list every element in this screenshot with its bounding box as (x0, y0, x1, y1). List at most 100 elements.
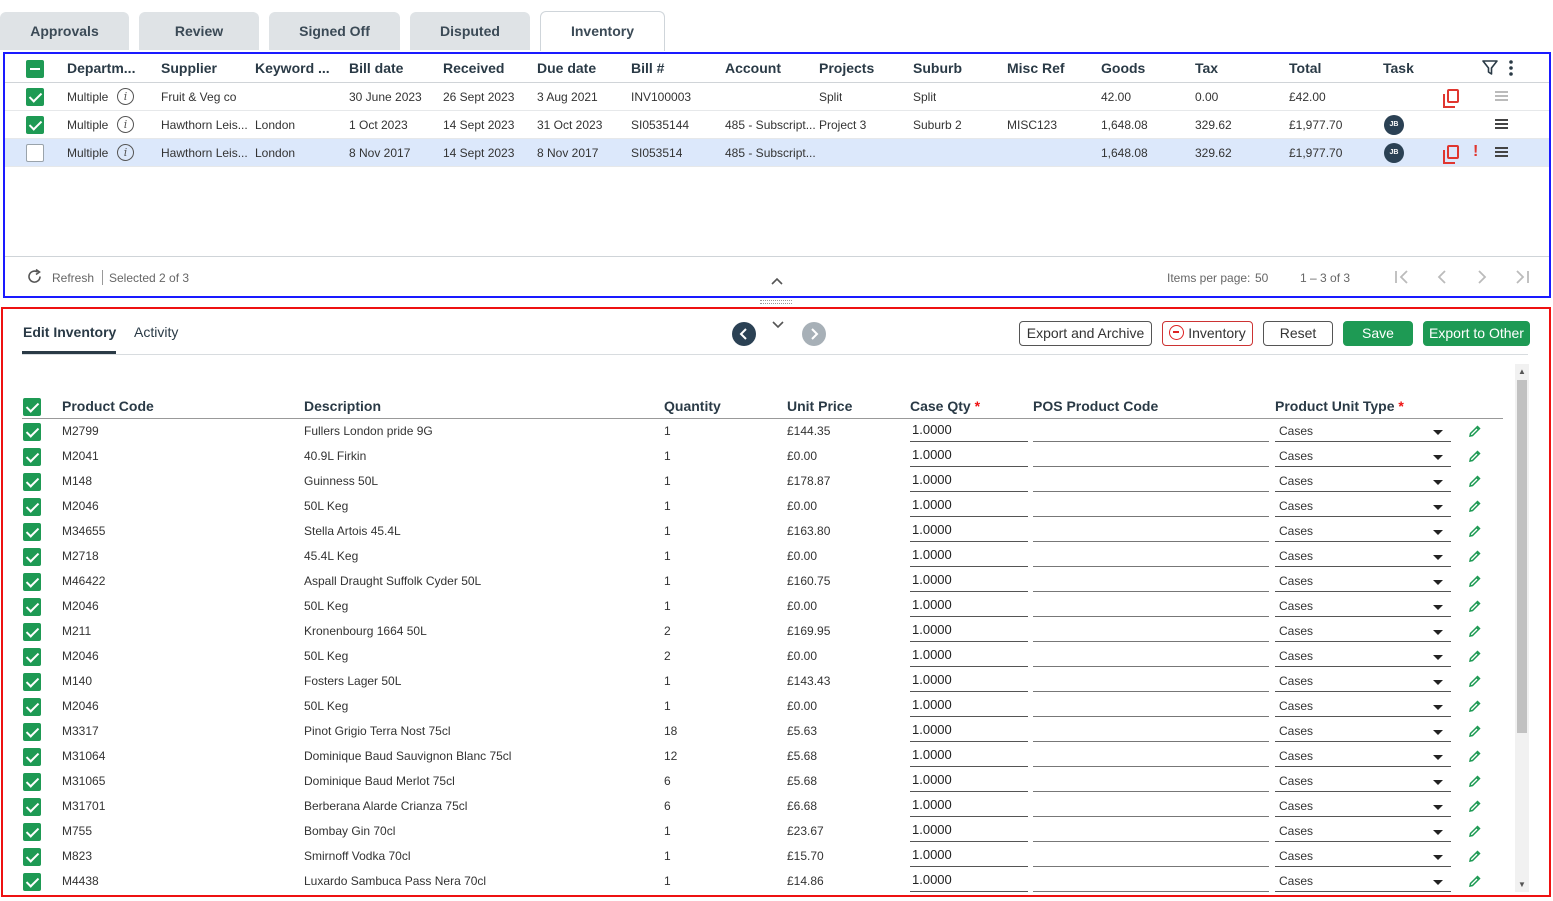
info-icon[interactable]: i (117, 88, 134, 105)
bill-row[interactable]: Multiple Hawthorn Leis... London 1 Oct 2023… (5, 111, 1549, 139)
case-qty-input[interactable]: 1.0000 (910, 720, 1028, 742)
unit-type-select[interactable]: Cases (1275, 645, 1451, 667)
product-checkbox[interactable] (23, 848, 41, 866)
product-checkbox[interactable] (23, 473, 41, 491)
panel-resize-handle[interactable] (760, 300, 792, 304)
col-projects[interactable]: Projects (819, 60, 874, 76)
product-checkbox[interactable] (23, 498, 41, 516)
tab-signed-off[interactable]: Signed Off (269, 12, 400, 50)
case-qty-input[interactable]: 1.0000 (910, 595, 1028, 617)
case-qty-input[interactable]: 1.0000 (910, 770, 1028, 792)
edit-pencil-icon[interactable] (1468, 799, 1482, 813)
scroll-up-icon[interactable]: ▲ (1518, 367, 1526, 376)
edit-pencil-icon[interactable] (1468, 724, 1482, 738)
unit-type-select[interactable]: Cases (1275, 845, 1451, 867)
col-due-date[interactable]: Due date (537, 60, 596, 76)
row-checkbox[interactable] (26, 88, 44, 106)
pos-product-code-input[interactable] (1033, 670, 1269, 692)
col-total[interactable]: Total (1289, 60, 1321, 76)
col-bill-number[interactable]: Bill # (631, 60, 664, 76)
product-checkbox[interactable] (23, 698, 41, 716)
product-checkbox[interactable] (23, 423, 41, 441)
edit-pencil-icon[interactable] (1468, 849, 1482, 863)
first-page-icon[interactable] (1394, 270, 1410, 284)
case-qty-input[interactable]: 1.0000 (910, 845, 1028, 867)
pos-product-code-input[interactable] (1033, 795, 1269, 817)
edit-pencil-icon[interactable] (1468, 449, 1482, 463)
unit-type-select[interactable]: Cases (1275, 870, 1451, 892)
case-qty-input[interactable]: 1.0000 (910, 520, 1028, 542)
product-checkbox[interactable] (23, 598, 41, 616)
pos-product-code-input[interactable] (1033, 645, 1269, 667)
unit-type-select[interactable]: Cases (1275, 820, 1451, 842)
unit-type-select[interactable]: Cases (1275, 545, 1451, 567)
product-checkbox[interactable] (23, 723, 41, 741)
row-checkbox[interactable] (26, 144, 44, 162)
task-avatar[interactable]: JB (1384, 143, 1404, 163)
refresh-button[interactable]: Refresh (52, 271, 94, 285)
chevron-up-icon[interactable] (771, 277, 783, 285)
product-checkbox[interactable] (23, 548, 41, 566)
scroll-thumb[interactable] (1517, 380, 1527, 733)
pos-product-code-input[interactable] (1033, 845, 1269, 867)
case-qty-input[interactable]: 1.0000 (910, 620, 1028, 642)
unit-type-select[interactable]: Cases (1275, 695, 1451, 717)
row-checkbox[interactable] (26, 116, 44, 134)
product-checkbox[interactable] (23, 623, 41, 641)
product-checkbox[interactable] (23, 773, 41, 791)
duplicate-icon[interactable] (1443, 89, 1459, 108)
subtab-activity[interactable]: Activity (134, 324, 178, 340)
edit-pencil-icon[interactable] (1468, 499, 1482, 513)
inventory-remove-button[interactable]: Inventory (1162, 321, 1253, 346)
case-qty-input[interactable]: 1.0000 (910, 420, 1028, 442)
tab-disputed[interactable]: Disputed (410, 12, 530, 50)
unit-type-select[interactable]: Cases (1275, 520, 1451, 542)
edit-pencil-icon[interactable] (1468, 599, 1482, 613)
inventory-scrollbar[interactable]: ▲ ▼ (1515, 364, 1529, 892)
product-checkbox[interactable] (23, 798, 41, 816)
unit-type-select[interactable]: Cases (1275, 795, 1451, 817)
unit-type-select[interactable]: Cases (1275, 445, 1451, 467)
product-checkbox[interactable] (23, 873, 41, 891)
notes-icon[interactable] (1495, 147, 1508, 157)
col-bill-date[interactable]: Bill date (349, 60, 403, 76)
edit-pencil-icon[interactable] (1468, 574, 1482, 588)
unit-type-select[interactable]: Cases (1275, 570, 1451, 592)
pos-product-code-input[interactable] (1033, 495, 1269, 517)
pos-product-code-input[interactable] (1033, 595, 1269, 617)
items-per-page-select[interactable]: 50 (1255, 271, 1268, 285)
edit-pencil-icon[interactable] (1468, 474, 1482, 488)
case-qty-input[interactable]: 1.0000 (910, 695, 1028, 717)
info-icon[interactable]: i (117, 144, 134, 161)
product-checkbox[interactable] (23, 573, 41, 591)
col-misc-ref[interactable]: Misc Ref (1007, 60, 1065, 76)
case-qty-input[interactable]: 1.0000 (910, 795, 1028, 817)
product-checkbox[interactable] (23, 748, 41, 766)
tab-inventory[interactable]: Inventory (540, 11, 665, 51)
duplicate-icon[interactable] (1443, 145, 1459, 164)
case-qty-input[interactable]: 1.0000 (910, 570, 1028, 592)
case-qty-input[interactable]: 1.0000 (910, 445, 1028, 467)
case-qty-input[interactable]: 1.0000 (910, 645, 1028, 667)
unit-type-select[interactable]: Cases (1275, 495, 1451, 517)
col-received[interactable]: Received (443, 60, 504, 76)
bill-row[interactable]: Multiple Hawthorn Leis... London 8 Nov 2017… (5, 139, 1549, 167)
pos-product-code-input[interactable] (1033, 570, 1269, 592)
edit-pencil-icon[interactable] (1468, 649, 1482, 663)
col-account[interactable]: Account (725, 60, 781, 76)
case-qty-input[interactable]: 1.0000 (910, 495, 1028, 517)
unit-type-select[interactable]: Cases (1275, 470, 1451, 492)
col-tax[interactable]: Tax (1195, 60, 1218, 76)
filter-icon[interactable] (1482, 60, 1498, 76)
edit-pencil-icon[interactable] (1468, 624, 1482, 638)
pos-product-code-input[interactable] (1033, 545, 1269, 567)
unit-type-select[interactable]: Cases (1275, 745, 1451, 767)
notes-icon[interactable] (1495, 91, 1508, 101)
edit-pencil-icon[interactable] (1468, 749, 1482, 763)
unit-type-select[interactable]: Cases (1275, 720, 1451, 742)
case-qty-input[interactable]: 1.0000 (910, 545, 1028, 567)
more-vertical-icon[interactable] (1508, 59, 1514, 77)
select-all-checkbox[interactable] (26, 60, 44, 78)
pos-product-code-input[interactable] (1033, 420, 1269, 442)
edit-pencil-icon[interactable] (1468, 674, 1482, 688)
